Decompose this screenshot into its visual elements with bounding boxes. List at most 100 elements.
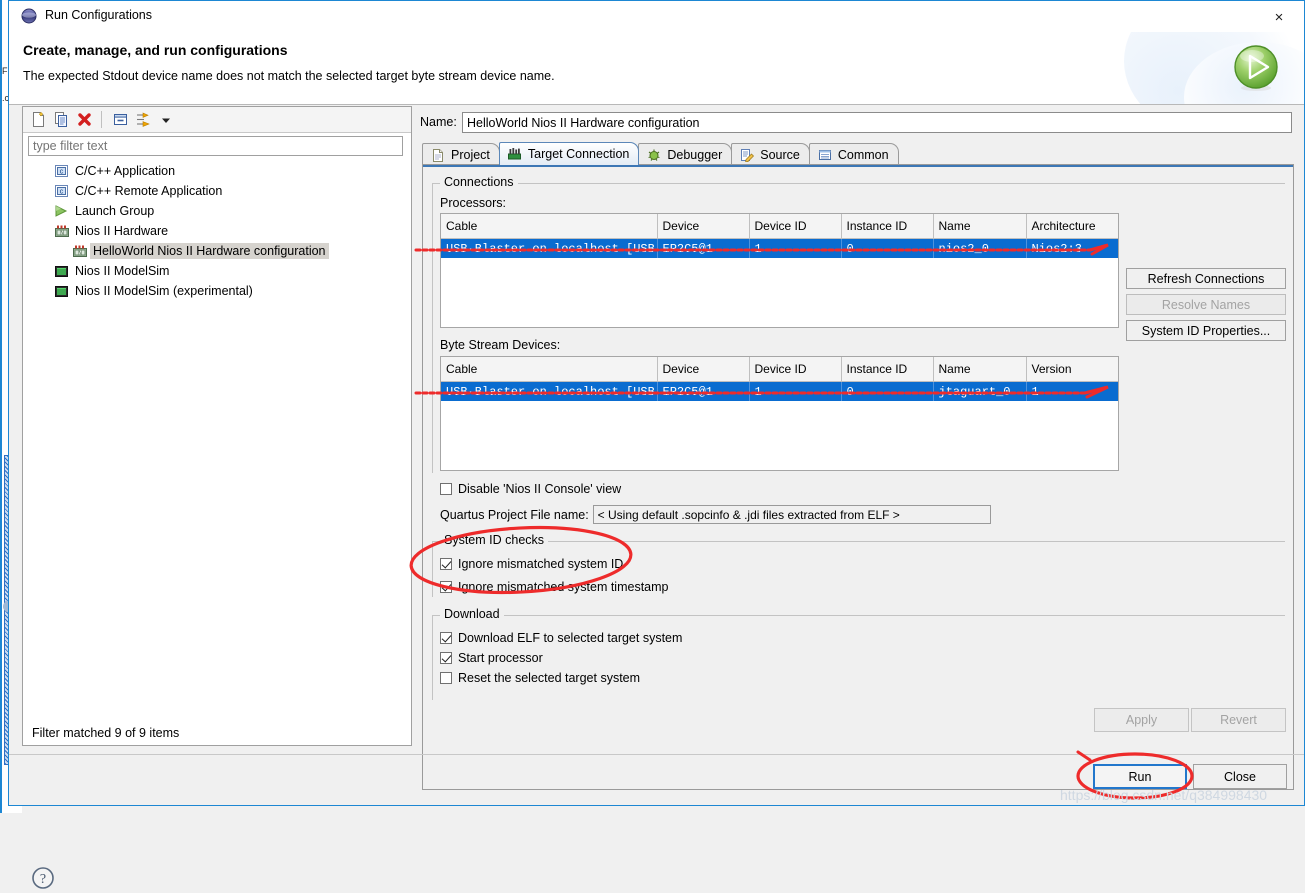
tree-item-label: C/C++ Remote Application (75, 184, 223, 198)
column-header[interactable]: Name (933, 214, 1027, 239)
column-header[interactable]: Cable (441, 357, 658, 382)
column-header[interactable]: Device ID (749, 357, 842, 382)
column-header[interactable]: Instance ID (841, 357, 934, 382)
tab-label: Source (760, 147, 800, 162)
nios-hardware-icon: N (71, 243, 88, 259)
table-cell: 1 (749, 238, 842, 258)
table-row[interactable]: USB-Blaster on localhost [USB-0] EP2C5@1… (441, 381, 1118, 401)
column-header[interactable]: Device ID (749, 214, 842, 239)
quartus-project-file-label: Quartus Project File name: (440, 507, 589, 522)
table-cell: 1 (749, 381, 842, 401)
tree-item-label: C/C++ Application (75, 164, 176, 178)
tree-item-nios-ii-modelsim[interactable]: Nios II ModelSim (23, 261, 411, 281)
connections-group-title: Connections (440, 175, 518, 189)
launch-configurations-panel: c C/C++ Application c C/C++ Remote Appli… (22, 106, 412, 746)
dialog-titlebar: Run Configurations × (9, 1, 1304, 32)
tree-item-c-cpp-application[interactable]: c C/C++ Application (23, 161, 411, 181)
revert-button: Revert (1191, 708, 1286, 732)
dialog-banner: Create, manage, and run configurations T… (9, 32, 1304, 105)
nios-modelsim-icon (53, 263, 70, 279)
tree-item-helloworld-nios-ii-hardware-configuration[interactable]: N HelloWorld Nios II Hardware configurat… (23, 241, 411, 261)
tab-label: Debugger (667, 147, 723, 162)
tree-item-c-cpp-remote-application[interactable]: c C/C++ Remote Application (23, 181, 411, 201)
dialog-title: Run Configurations (45, 8, 153, 22)
column-header[interactable]: Name (933, 357, 1027, 382)
nios-hardware-icon: N (53, 223, 70, 239)
checkbox-label: Ignore mismatched system timestamp (458, 579, 669, 594)
tab-target-connection[interactable]: Target Connection (498, 142, 640, 165)
table-cell: USB-Blaster on localhost [USB-0] (441, 238, 658, 258)
svg-text:N: N (78, 250, 82, 256)
byte-stream-devices-table[interactable]: Cable Device Device ID Instance ID Name … (440, 356, 1119, 471)
disable-nios-console-checkbox[interactable]: Disable 'Nios II Console' view (440, 480, 621, 497)
debugger-icon (646, 147, 662, 162)
search-input[interactable] (28, 136, 403, 156)
checkbox-box (440, 580, 452, 593)
checkbox-label: Ignore mismatched system ID (458, 556, 624, 571)
tree-item-label: Launch Group (75, 204, 155, 218)
column-header[interactable]: Version (1026, 357, 1118, 382)
group-border-left (432, 615, 433, 700)
ignore-mismatched-system-id-checkbox[interactable]: Ignore mismatched system ID (440, 555, 623, 572)
filter-icon[interactable] (133, 110, 153, 129)
toolbar-separator (101, 111, 102, 128)
checkbox-box (440, 631, 452, 644)
target-connection-panel: Connections Processors: Cable Device Dev… (422, 164, 1294, 790)
launch-group-icon (53, 203, 70, 219)
chevron-down-icon[interactable] (156, 110, 176, 129)
column-header[interactable]: Instance ID (841, 214, 934, 239)
start-processor-checkbox[interactable]: Start processor (440, 649, 543, 666)
tab-common[interactable]: Common (808, 143, 899, 165)
checkbox-box (440, 651, 452, 664)
processors-table[interactable]: Cable Device Device ID Instance ID Name … (440, 213, 1119, 328)
table-cell: USB-Blaster on localhost [USB-0] (441, 381, 658, 401)
group-border-top (432, 183, 1285, 184)
tab-project[interactable]: Project (422, 143, 500, 165)
tab-debugger[interactable]: Debugger (638, 143, 733, 165)
system-id-properties-button[interactable]: System ID Properties... (1126, 320, 1286, 341)
quartus-project-file-input[interactable] (592, 505, 991, 524)
tree-item-label: Nios II ModelSim (experimental) (75, 284, 253, 298)
copy-icon[interactable] (51, 110, 71, 129)
tree-item-label: Nios II Hardware (75, 224, 169, 238)
table-row[interactable]: USB-Blaster on localhost [USB-0] EP2C5@1… (441, 238, 1118, 258)
launch-configuration-tree: c C/C++ Application c C/C++ Remote Appli… (23, 161, 411, 719)
configuration-name-input[interactable] (462, 112, 1292, 133)
column-header[interactable]: Architecture (1026, 214, 1118, 239)
download-group-title: Download (440, 607, 504, 621)
refresh-connections-button[interactable]: Refresh Connections (1126, 268, 1286, 289)
svg-text:c: c (60, 188, 64, 195)
tab-label: Common (837, 147, 889, 162)
project-icon (430, 147, 446, 162)
tab-label: Target Connection (527, 147, 630, 161)
configuration-name-label: Name: (420, 115, 457, 129)
download-elf-checkbox[interactable]: Download ELF to selected target system (440, 629, 682, 646)
table-cell: jtaguart_0 (933, 381, 1027, 401)
tree-item-nios-ii-modelsim-experimental[interactable]: Nios II ModelSim (experimental) (23, 281, 411, 301)
new-document-icon[interactable] (28, 110, 48, 129)
close-button[interactable]: Close (1193, 764, 1287, 789)
close-icon[interactable]: × (1264, 5, 1294, 29)
tree-item-launch-group[interactable]: Launch Group (23, 201, 411, 221)
tab-source[interactable]: Source (731, 143, 810, 165)
column-header[interactable]: Device (657, 357, 750, 382)
collapse-all-icon[interactable] (110, 110, 130, 129)
help-question-icon[interactable]: ? (31, 866, 55, 890)
reset-target-system-checkbox[interactable]: Reset the selected target system (440, 669, 640, 686)
checkbox-label: Reset the selected target system (458, 670, 641, 685)
ignore-mismatched-system-timestamp-checkbox[interactable]: Ignore mismatched system timestamp (440, 578, 669, 595)
footer-divider (9, 754, 1304, 755)
svg-text:c: c (60, 168, 64, 175)
tree-item-nios-ii-hardware[interactable]: N Nios II Hardware (23, 221, 411, 241)
configuration-editor: Name: Project (418, 106, 1294, 790)
checkbox-label: Download ELF to selected target system (458, 630, 683, 645)
run-button[interactable]: Run (1093, 764, 1187, 789)
column-header[interactable]: Cable (441, 214, 658, 239)
green-play-icon (1232, 44, 1280, 92)
launch-config-toolbar (23, 107, 411, 133)
svg-text:N: N (60, 230, 64, 236)
red-x-icon[interactable] (74, 110, 94, 129)
byte-stream-devices-label: Byte Stream Devices: (440, 338, 561, 352)
quartus-project-file-row: Quartus Project File name: (440, 505, 991, 524)
column-header[interactable]: Device (657, 214, 750, 239)
